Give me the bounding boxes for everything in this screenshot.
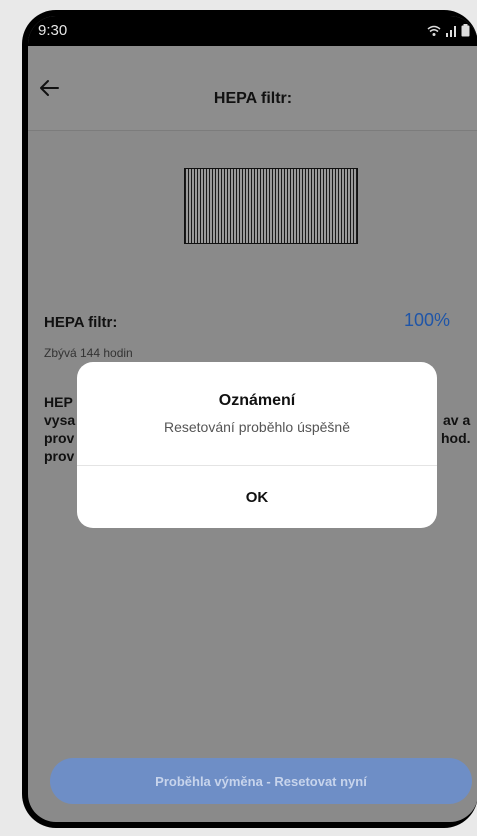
- description-line-2: vysa: [44, 412, 76, 428]
- status-bar: 9:30: [28, 16, 477, 46]
- remaining-hours: Zbývá 144 hodin: [44, 346, 133, 360]
- hepa-filter-image: [184, 168, 358, 244]
- description-line-3: prov: [44, 430, 75, 446]
- status-time: 9:30: [38, 22, 68, 39]
- filter-label: HEPA filtr:: [44, 314, 118, 331]
- page-title: HEPA filtr:: [213, 90, 293, 107]
- app-bar: HEPA filtr:: [28, 46, 477, 131]
- dialog-title: Oznámení: [218, 392, 296, 409]
- battery-icon: [461, 24, 470, 37]
- description-line-1: HEP: [44, 394, 73, 410]
- description-line-3-end: hod.: [441, 430, 471, 446]
- signal-icon: [445, 25, 457, 37]
- filter-percent: 100%: [403, 310, 450, 330]
- status-icons: [427, 24, 470, 37]
- reset-button[interactable]: Proběhla výměna - Resetovat nyní: [50, 758, 472, 804]
- dialog-message: Resetování proběhlo úspěšně: [163, 419, 351, 435]
- screen: 9:30 HEPA filtr: HEPA filtr: 100% Zbývá …: [28, 16, 477, 822]
- description-line-4: prov: [44, 448, 75, 464]
- notification-dialog: Oznámení Resetování proběhlo úspěšně OK: [77, 362, 437, 528]
- ok-button[interactable]: OK: [77, 466, 437, 528]
- wifi-icon: [427, 25, 441, 37]
- description-line-2-end: av a: [443, 412, 471, 428]
- phone-frame: 9:30 HEPA filtr: HEPA filtr: 100% Zbývá …: [22, 10, 477, 828]
